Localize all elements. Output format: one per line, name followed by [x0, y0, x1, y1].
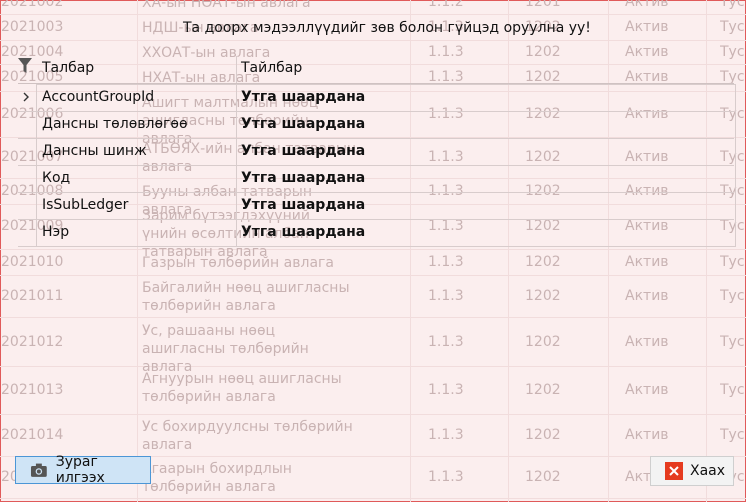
background-cell-code: 2021010 [1, 253, 64, 270]
row-value: Утга шаардана [241, 116, 366, 132]
background-cell-code: 2021014 [1, 427, 64, 443]
background-cell-num: 1202 [525, 334, 561, 350]
background-cell-num: 1202 [525, 382, 561, 398]
background-cell-status: Актив [625, 18, 669, 35]
tree-parent-row[interactable]: AccountGroupId Утга шаардана [18, 85, 734, 112]
background-cell-status: Актив [625, 334, 669, 350]
header-description[interactable]: Тайлбар [241, 60, 302, 76]
row-value: Утга шаардана [241, 143, 366, 159]
background-cell-extra: Тус [720, 334, 745, 350]
background-cell-extra: Тус [720, 382, 745, 398]
background-cell-num: 1201 [525, 0, 561, 10]
background-cell-desc: Агнуурын нөөц ашигласны төлбөрийн авлага [142, 371, 342, 405]
close-label: Хаах [690, 463, 726, 479]
background-grid-row: 2021013 Агнуурын нөөц ашигласны төлбөрийн… [0, 368, 746, 415]
dialog-title: Та доорх мэдээллүүдийг зөв болон гүйцэд … [183, 20, 591, 36]
background-cell-status: Актив [625, 0, 669, 10]
chevron-right-icon[interactable] [20, 91, 32, 103]
background-grid-row: 2021002 ХА-ын НӨАТ-ын авлага 1.1.2 1201 Акти… [0, 0, 746, 15]
background-cell-status: Актив [625, 427, 669, 443]
background-cell-num: 1202 [525, 469, 561, 485]
background-cell-ver: 1.1.3 [428, 288, 464, 304]
background-cell-ver: 1.1.2 [428, 0, 464, 10]
row-field: Нэр [42, 224, 70, 240]
background-cell-extra: Тус [720, 253, 745, 270]
background-cell-ver: 1.1.3 [428, 382, 464, 398]
row-field: IsSubLedger [42, 197, 129, 213]
background-cell-extra: Тус [720, 18, 745, 35]
row-field: Дансны шинж [42, 143, 147, 159]
background-cell-extra: Тус [720, 288, 745, 304]
row-field: Код [42, 170, 71, 186]
background-cell-code: 2021013 [1, 382, 64, 398]
background-grid-row: 2021010 Газрын төлбөрийн авлага 1.1.3 1202 А… [0, 250, 746, 276]
background-grid-row: 2021014 Ус бохирдуулсны төлбөрийн авлага 1… [0, 416, 746, 457]
tree-row[interactable]: IsSubLedger Утга шаардана [18, 193, 734, 220]
close-icon [665, 462, 683, 480]
background-cell-desc: Байгалийн нөөц ашигласны төлбөрийн авлаг… [142, 280, 350, 314]
validation-tree: Талбар Тайлбар AccountGroupId Утга шаард… [18, 56, 736, 247]
background-cell-ver: 1.1.3 [428, 469, 464, 485]
background-cell-desc: Агаарын бохирдлын төлбөрийн авлага [142, 461, 292, 495]
background-grid-row: 2021011 Байгалийн нөөц ашигласны төлбөрий… [0, 277, 746, 318]
tree-row[interactable]: Дансны шинж Утга шаардана [18, 139, 734, 166]
filter-icon[interactable] [18, 58, 32, 74]
background-cell-extra: Тус [720, 427, 745, 443]
row-value: Утга шаардана [241, 170, 366, 186]
close-button[interactable]: Хаах [650, 456, 734, 486]
background-cell-status: Актив [625, 288, 669, 304]
background-cell-code: 2021011 [1, 288, 64, 304]
send-screenshot-button[interactable]: Зураг илгээх [15, 454, 151, 486]
camera-icon [30, 463, 47, 477]
background-cell-desc: Газрын төлбөрийн авлага [142, 254, 334, 271]
background-cell-num: 1202 [525, 288, 561, 304]
tree-header: Талбар Тайлбар [18, 56, 734, 84]
background-cell-num: 1202 [525, 253, 561, 270]
tree-row[interactable]: Дансны төлөвлөгөө Утга шаардана [18, 112, 734, 139]
background-cell-desc: Ус бохирдуулсны төлбөрийн авлага [142, 419, 353, 453]
tree-row[interactable]: Код Утга шаардана [18, 166, 734, 193]
background-cell-status: Актив [625, 382, 669, 398]
row-value: Утга шаардана [241, 197, 366, 213]
background-cell-ver: 1.1.3 [428, 334, 464, 350]
send-screenshot-label: Зураг илгээх [55, 454, 105, 486]
background-cell-code: 2021012 [1, 334, 64, 350]
background-grid-row: 2021012 Ус, рашааны нөөц ашигласны төлбөр… [0, 320, 746, 375]
background-cell-code: 2021002 [1, 0, 64, 10]
background-cell-status: Актив [625, 253, 669, 270]
background-cell-num: 1202 [525, 427, 561, 443]
background-cell-code: 2021003 [1, 18, 64, 35]
tree-row[interactable]: Нэр Утга шаардана [18, 220, 734, 247]
background-cell-ver: 1.1.3 [428, 253, 464, 270]
background-cell-extra: Тус [720, 0, 745, 10]
row-field: Дансны төлөвлөгөө [42, 116, 188, 132]
row-value: Утга шаардана [241, 89, 366, 105]
background-cell-desc: ХА-ын НӨАТ-ын авлага [142, 0, 311, 11]
header-field[interactable]: Талбар [42, 60, 94, 76]
background-cell-ver: 1.1.3 [428, 427, 464, 443]
row-field: AccountGroupId [42, 89, 155, 105]
row-value: Утга шаардана [241, 224, 366, 240]
